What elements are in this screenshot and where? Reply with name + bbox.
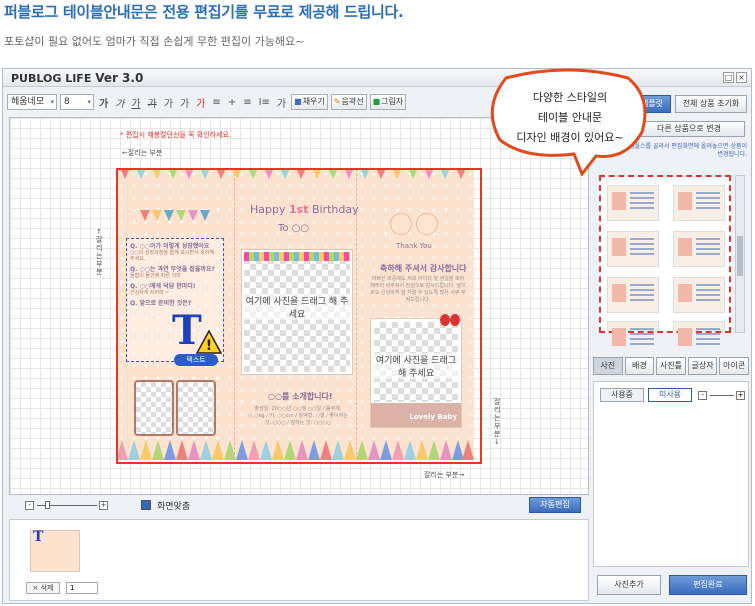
app-name: PUBLOG LIFE	[11, 72, 92, 85]
zoom-in-button[interactable]: +	[99, 501, 108, 510]
template-item[interactable]	[607, 231, 659, 267]
bubble-line-3: 디자인 배경이 있어요~	[516, 131, 624, 144]
cut-label-bottom: 잘리는 부분→	[424, 471, 465, 479]
spacing-button[interactable]: +	[226, 97, 238, 108]
chevron-down-icon: ▾	[87, 98, 91, 106]
fit-screen-label: 화면맞춤	[157, 502, 191, 512]
fill-button[interactable]: ■ 채우기	[291, 94, 328, 110]
speech-bubble-text: 다양한 스타일의 테이블 안내문 디자인 배경이 있어요~	[500, 88, 640, 148]
cut-label-top: ←잘리는 부분	[122, 149, 163, 157]
template-item[interactable]	[673, 277, 725, 313]
line-height-button[interactable]: I≡	[257, 97, 272, 108]
page-strip: × 삭제 1	[9, 519, 589, 601]
tab-in-use[interactable]: 사용중	[600, 388, 644, 402]
photo-panel: 사용중 미사용 - +	[593, 381, 749, 567]
app-title: PUBLOG LIFE Ver 3.0	[11, 71, 143, 85]
change-product-button[interactable]: 다른 상품으로 변경	[633, 121, 745, 137]
font-size-select[interactable]: 8 ▾	[60, 94, 94, 110]
page-thumbnail[interactable]	[30, 529, 80, 572]
cut-warning-note: * 편집시 재봉절단선을 꼭 확인하세요.	[120, 131, 232, 139]
justify-button[interactable]: ≡	[241, 97, 253, 108]
template-item[interactable]	[607, 277, 659, 313]
tab-photo[interactable]: 사진	[593, 357, 623, 375]
shadow-text-button[interactable]: 가	[162, 95, 175, 110]
cut-label-right: 잘리는 부분↓	[494, 398, 501, 446]
shadow-icon: ■	[372, 97, 381, 106]
underline-button[interactable]: 가	[129, 95, 142, 110]
fill-label: 채우기	[302, 97, 325, 106]
template-item[interactable]	[607, 185, 659, 221]
close-button[interactable]: ×	[736, 72, 747, 83]
strike-button[interactable]: 가	[146, 95, 159, 110]
window-buttons: □ ×	[723, 72, 747, 83]
bubble-line-1: 다양한 스타일의	[532, 91, 608, 104]
minimize-button[interactable]: □	[723, 72, 734, 83]
font-family-value: 헤움네모	[11, 97, 45, 107]
page-headline: 퍼블로그 테이블안내문은 전용 편집기를 무료로 제공해 드립니다.	[4, 3, 404, 21]
page-root: 퍼블로그 테이블안내문은 전용 편집기를 무료로 제공해 드립니다. 포토샵이 …	[0, 0, 755, 606]
edit-done-button[interactable]: 편집완료	[669, 575, 747, 595]
italic-button[interactable]: 가	[113, 95, 126, 110]
pencil-icon: ✎	[333, 97, 341, 106]
thumb-zoom-out-button[interactable]: -	[698, 391, 707, 400]
thumb-zoom-track	[710, 395, 734, 396]
cut-label-left: ↑잘리는 부분	[96, 228, 103, 276]
canvas-bottom-bar: - + 화면맞춤 자동편집	[9, 497, 589, 515]
shadow-button[interactable]: ■ 그림자	[369, 94, 407, 110]
color-text-button[interactable]: 가	[194, 95, 207, 110]
tab-unused[interactable]: 미사용	[648, 388, 692, 402]
template-item[interactable]	[673, 231, 725, 267]
outline-text-button[interactable]: 가	[178, 95, 191, 110]
outline-button[interactable]: ✎ 음곽선	[330, 94, 367, 110]
template-item[interactable]	[607, 321, 659, 346]
app-version: Ver 3.0	[95, 71, 144, 85]
template-list	[599, 175, 731, 346]
add-photo-button[interactable]: 사진추가	[597, 575, 661, 595]
shadow-label: 그림자	[381, 97, 404, 106]
align-button[interactable]: ≡	[210, 97, 222, 108]
page-subline: 포토샵이 필요 없어도 엄마가 직접 손쉽게 무한 편집이 가능해요~	[4, 35, 305, 48]
tab-frame[interactable]: 사진틀	[656, 357, 686, 375]
reset-all-button[interactable]: 전체 상품 초기화	[675, 95, 747, 113]
template-scrollbar[interactable]	[735, 175, 745, 333]
zoom-slider[interactable]	[45, 501, 50, 509]
thumb-zoom-in-button[interactable]: +	[736, 391, 745, 400]
delete-page-button[interactable]: × 삭제	[26, 582, 60, 594]
template-item[interactable]	[673, 321, 725, 346]
outline-label: 음곽선	[341, 97, 364, 106]
bold-button[interactable]: 가	[97, 95, 110, 110]
auto-edit-button[interactable]: 자동편집	[529, 497, 581, 513]
direction-button[interactable]: 가	[275, 95, 288, 110]
template-item[interactable]	[673, 185, 725, 221]
tab-icon[interactable]: 아이콘	[719, 357, 749, 375]
tab-background[interactable]: 배경	[624, 357, 655, 375]
font-size-value: 8	[64, 97, 70, 107]
scroll-thumb[interactable]	[737, 236, 743, 276]
bubble-line-2: 테이블 안내문	[537, 111, 603, 124]
zoom-out-button[interactable]: -	[25, 501, 34, 510]
tab-textbox[interactable]: 글상자	[687, 357, 718, 375]
page-number-select[interactable]: 1	[66, 582, 98, 594]
chevron-down-icon: ▾	[50, 98, 54, 106]
font-family-select[interactable]: 헤움네모 ▾	[7, 94, 57, 110]
cut-line-border	[116, 168, 482, 464]
asset-tabs: 사진 배경 사진틀 글상자 아이콘	[593, 357, 749, 377]
fit-screen-checkbox[interactable]	[141, 500, 151, 510]
fill-icon: ■	[294, 97, 302, 106]
